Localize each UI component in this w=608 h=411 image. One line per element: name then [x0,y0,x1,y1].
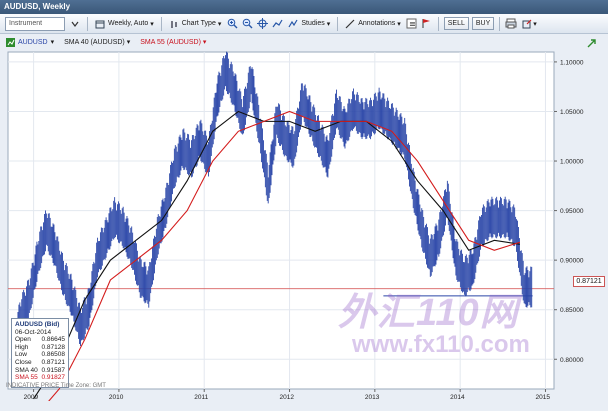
line-draw-icon [345,19,355,28]
annotations-label: Annotations [358,20,396,27]
bar-chart-icon [171,20,177,28]
chevron-down-icon: ▾ [150,20,154,28]
plot-background [7,51,555,390]
sma40-legend-label: SMA 40 (AUDUSD) [64,39,125,46]
info-row-sma55: SMA 55 0.91827 [15,374,65,382]
sma55-legend[interactable]: SMA 55 (AUDUSD) ▾ [140,38,206,46]
y-tick-label: 1.00000 [560,159,584,166]
svg-text:≡: ≡ [409,20,416,29]
chevron-down-icon: ▾ [533,20,537,28]
x-tick-label: 2013 [365,394,380,401]
chevron-down-icon: ▾ [326,20,331,28]
info-row-close: Close 0.87121 [15,358,65,366]
x-tick-label: 2011 [194,394,208,401]
toolbar-divider [87,16,88,31]
info-row-sma40: SMA 40 0.91587 [15,366,65,374]
chevron-down-icon: ▾ [397,20,401,28]
buy-button[interactable]: BUY [471,17,495,30]
chevron-down-icon [71,21,79,27]
toolbar-divider [160,16,162,31]
info-box-date: 06-Oct-2014 [15,328,52,336]
flag-icon[interactable] [421,18,433,30]
y-tick-label: 0.90000 [560,258,584,265]
x-tick-label: 2012 [280,394,295,401]
y-tick-label: 0.80000 [560,357,584,364]
info-row-low: Low 0.86508 [15,351,65,359]
instrument-input[interactable]: Instrument [5,16,65,31]
interval-label: Weekly, Auto [108,20,149,27]
text-tool-icon[interactable]: ≡ [406,18,418,30]
sma55-legend-label: SMA 55 (AUDUSD) [140,39,201,46]
chevron-down-icon: ▾ [202,39,207,46]
export-icon [522,19,532,28]
legend-bar: AUDUSD ▾ SMA 40 (AUDUSD) ▾ SMA 55 (AUDUS… [6,34,576,50]
x-tick-label: 2014 [450,394,465,401]
export-dropdown-button[interactable]: ▾ [520,17,539,31]
indicator-icon[interactable] [271,18,283,30]
instrument-dropdown-button[interactable] [68,17,82,31]
toolbar: Instrument Weekly, Auto ▾ Chart Type ▾ S… [0,14,608,34]
symbol-legend[interactable]: AUDUSD ▾ [6,37,55,47]
info-box: AUDUSD (Bid) 06-Oct-2014 Open 0.86645 Hig… [11,318,69,388]
chart-type-button[interactable]: Chart Type ▾ [167,17,224,31]
x-tick-label: 2015 [535,394,550,401]
crosshair-icon[interactable] [256,18,268,30]
price-chart[interactable]: 0.80000 0.85000 0.90000 0.95000 1.00000 1.050… [6,50,606,401]
sma40-legend[interactable]: SMA 40 (AUDUSD) ▾ [64,38,130,46]
toolbar-divider [437,16,439,31]
zoom-in-icon[interactable] [226,18,238,30]
chart-symbol-icon [6,37,15,47]
expand-arrow-icon[interactable] [587,38,597,48]
interval-button[interactable]: Weekly, Auto ▾ [93,17,156,31]
studies-label: Studies [301,20,325,27]
x-tick-label: 2010 [109,394,124,401]
chevron-down-icon: ▾ [217,20,222,28]
chevron-down-icon: ▾ [50,39,55,46]
toolbar-divider [337,16,339,31]
y-tick-label: 1.10000 [560,59,584,66]
sell-button[interactable]: SELL [443,17,469,30]
chevron-down-icon: ▾ [126,39,131,46]
info-row-open: Open 0.86645 [15,336,65,344]
chart-area[interactable]: 0.80000 0.85000 0.90000 0.95000 1.00000 1.050… [6,50,606,401]
y-tick-label: 0.85000 [560,307,584,314]
y-tick-label: 0.95000 [560,208,584,215]
studies-icon [288,19,298,27]
calendar-icon [95,20,105,28]
window-title: AUDUSD, Weekly [0,0,608,14]
studies-button[interactable]: Studies ▾ [286,17,332,31]
y-tick-label: 1.05000 [560,109,584,116]
toolbar-divider [499,16,501,31]
last-price-label: 0.87121 [573,276,605,287]
chart-type-label: Chart Type [181,20,216,27]
zoom-out-icon[interactable] [241,18,253,30]
annotations-button[interactable]: Annotations ▾ [343,17,403,31]
print-icon[interactable] [505,18,517,30]
symbol-legend-label: AUDUSD [18,38,48,46]
info-row-high: High 0.87128 [15,343,65,351]
indicative-price-footer: INDICATIVE PRICE Time Zone: GMT [6,383,106,389]
info-box-title: AUDUSD (Bid) [15,321,60,328]
